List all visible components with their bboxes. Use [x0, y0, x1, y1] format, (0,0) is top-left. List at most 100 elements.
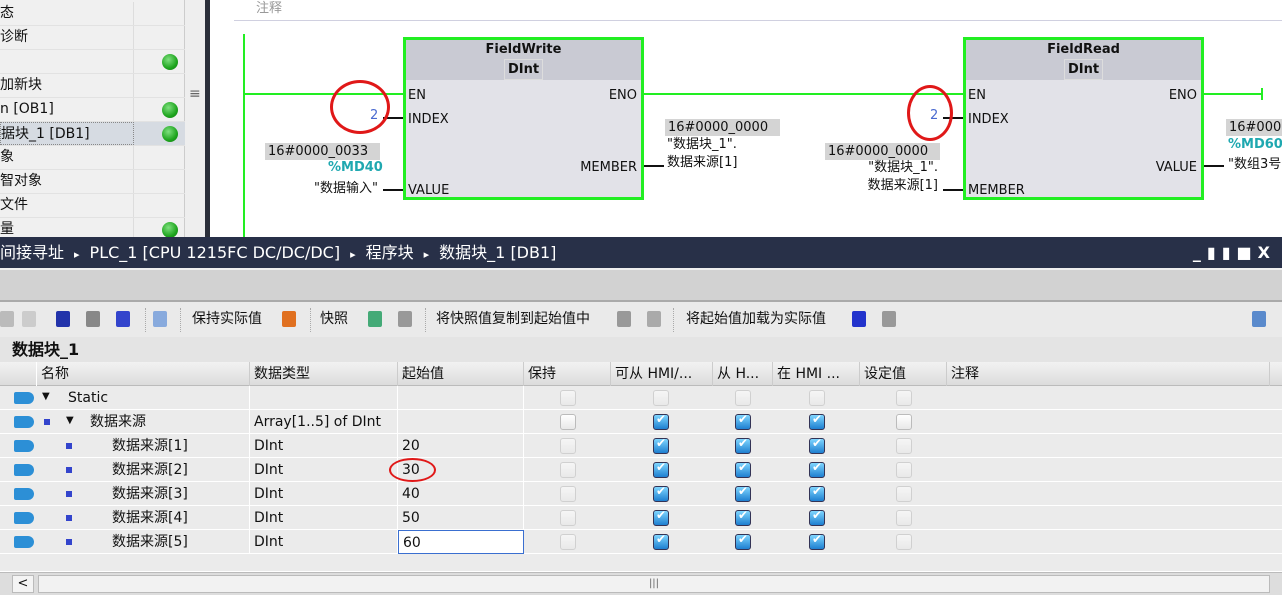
float-button[interactable]: ▮▮	[1207, 243, 1237, 262]
checkbox[interactable]	[896, 438, 912, 454]
breadcrumb-item[interactable]: PLC_1 [CPU 1215FC DC/DC/DC]	[90, 243, 341, 262]
snapshot-up-icon[interactable]	[368, 311, 382, 327]
name-cell[interactable]: 数据来源[5]	[108, 530, 250, 554]
datatype-cell[interactable]: DInt	[250, 458, 398, 482]
tree-item[interactable]: 智对象	[0, 170, 185, 194]
checkbox[interactable]	[653, 412, 669, 430]
breadcrumb-item[interactable]: 程序块	[366, 243, 414, 262]
tree-item[interactable]: 文件	[0, 194, 185, 218]
table-row[interactable]: ▼ Static	[0, 386, 1282, 410]
table-row[interactable]: 数据来源[3] DInt 40	[0, 482, 1282, 506]
table-row[interactable]: ▼ 数据来源 Array[1..5] of DInt	[0, 410, 1282, 434]
checkbox[interactable]	[735, 390, 751, 406]
datatype-cell[interactable]: DInt	[250, 482, 398, 506]
checkbox[interactable]	[809, 484, 825, 502]
snapshot-button[interactable]: 快照	[320, 302, 348, 337]
column-header[interactable]: 从 H...	[713, 362, 773, 386]
add-row-icon[interactable]	[22, 311, 36, 327]
datatype-cell[interactable]: DInt	[250, 506, 398, 530]
fieldwrite-block[interactable]: FieldWrite DInt EN ENO INDEX MEMBER VALUE	[403, 37, 644, 200]
checkbox[interactable]	[809, 532, 825, 550]
checkbox[interactable]	[653, 484, 669, 502]
apply-icon[interactable]	[86, 311, 100, 327]
start-value-cell[interactable]	[398, 410, 524, 434]
tree-item[interactable]: 据块_1 [DB1]	[0, 122, 185, 146]
start-value-cell[interactable]: 60	[398, 530, 524, 554]
checkbox[interactable]	[896, 462, 912, 478]
checkbox[interactable]	[735, 460, 751, 478]
start-value-cell[interactable]: 40	[398, 482, 524, 506]
checkbox[interactable]	[735, 436, 751, 454]
column-header[interactable]: 设定值	[860, 362, 947, 386]
checkbox[interactable]	[560, 438, 576, 454]
checkbox[interactable]	[560, 534, 576, 550]
checkbox[interactable]	[653, 436, 669, 454]
name-cell[interactable]: 数据来源	[86, 410, 250, 434]
name-cell[interactable]: 数据来源[4]	[108, 506, 250, 530]
member-operand[interactable]: "数据块_1".	[667, 137, 737, 153]
minimize-button[interactable]: _	[1193, 243, 1207, 262]
tree-item[interactable]: 象	[0, 146, 185, 170]
tree-item[interactable]: 诊断	[0, 26, 185, 50]
name-cell[interactable]: Static	[64, 386, 250, 410]
scroll-thumb[interactable]: |||	[38, 575, 1270, 593]
checkbox[interactable]	[560, 390, 576, 406]
value-operand[interactable]: "数组3号	[1228, 157, 1281, 173]
start-value-cell[interactable]: 20	[398, 434, 524, 458]
name-cell[interactable]: 数据来源[2]	[108, 458, 250, 482]
column-header[interactable]: 保持	[524, 362, 611, 386]
breadcrumb-item[interactable]: 间接寻址	[0, 243, 64, 262]
checkbox[interactable]	[809, 412, 825, 430]
datatype-cell[interactable]: DInt	[250, 530, 398, 554]
checkbox[interactable]	[560, 486, 576, 502]
grip-icon[interactable]: ≡	[189, 86, 201, 102]
value-operand[interactable]: "数据输入"	[270, 181, 378, 197]
column-header[interactable]: 名称	[37, 362, 250, 386]
copy-all-icon[interactable]	[647, 311, 661, 327]
snapshot-down-icon[interactable]	[398, 311, 412, 327]
checkbox[interactable]	[896, 414, 912, 430]
list-icon[interactable]	[116, 311, 130, 327]
checkbox[interactable]	[896, 486, 912, 502]
column-header[interactable]: 可从 HMI/...	[611, 362, 713, 386]
tree-item[interactable]: 加新块	[0, 74, 185, 98]
checkbox[interactable]	[560, 510, 576, 526]
datatype-cell[interactable]	[250, 386, 398, 410]
maximize-button[interactable]: ■	[1237, 243, 1258, 262]
splitter-handle[interactable]: ≡	[185, 0, 205, 237]
column-header[interactable]: 注释	[947, 362, 1270, 386]
settings-icon[interactable]	[1252, 311, 1266, 327]
checkbox[interactable]	[735, 412, 751, 430]
monitor-icon[interactable]	[153, 311, 167, 327]
name-cell[interactable]: 数据来源[1]	[108, 434, 250, 458]
name-cell[interactable]: 数据来源[3]	[108, 482, 250, 506]
checkbox[interactable]	[653, 390, 669, 406]
checkbox[interactable]	[653, 532, 669, 550]
table-row[interactable]: 数据来源[5] DInt 60	[0, 530, 1282, 554]
member-operand-element[interactable]: 数据来源[1]	[667, 155, 737, 171]
keep-actual-values-button[interactable]: 保持实际值	[192, 302, 262, 337]
checkbox[interactable]	[735, 532, 751, 550]
start-value-cell[interactable]: 50	[398, 506, 524, 530]
insert-row-icon[interactable]	[0, 311, 14, 327]
table-row[interactable]: 数据来源[1] DInt 20	[0, 434, 1282, 458]
block-type[interactable]: DInt	[503, 59, 544, 80]
expanded-mode-icon[interactable]	[56, 311, 70, 327]
table-row[interactable]: 数据来源[4] DInt 50	[0, 506, 1282, 530]
checkbox[interactable]	[809, 460, 825, 478]
checkbox[interactable]	[653, 508, 669, 526]
expand-triangle-icon[interactable]: ▼	[42, 391, 50, 402]
checkbox[interactable]	[809, 436, 825, 454]
tree-item[interactable]: 态	[0, 2, 185, 26]
expand-triangle-icon[interactable]: ▼	[66, 415, 74, 426]
checkbox[interactable]	[896, 390, 912, 406]
checkbox[interactable]	[653, 460, 669, 478]
database-lock-icon[interactable]	[282, 311, 296, 327]
load-icon[interactable]	[852, 311, 866, 327]
load-all-icon[interactable]	[882, 311, 896, 327]
checkbox[interactable]	[560, 414, 576, 430]
copy-icon[interactable]	[617, 311, 631, 327]
checkbox[interactable]	[809, 508, 825, 526]
checkbox[interactable]	[896, 534, 912, 550]
member-operand-element[interactable]: 数据来源[1]	[830, 178, 938, 194]
